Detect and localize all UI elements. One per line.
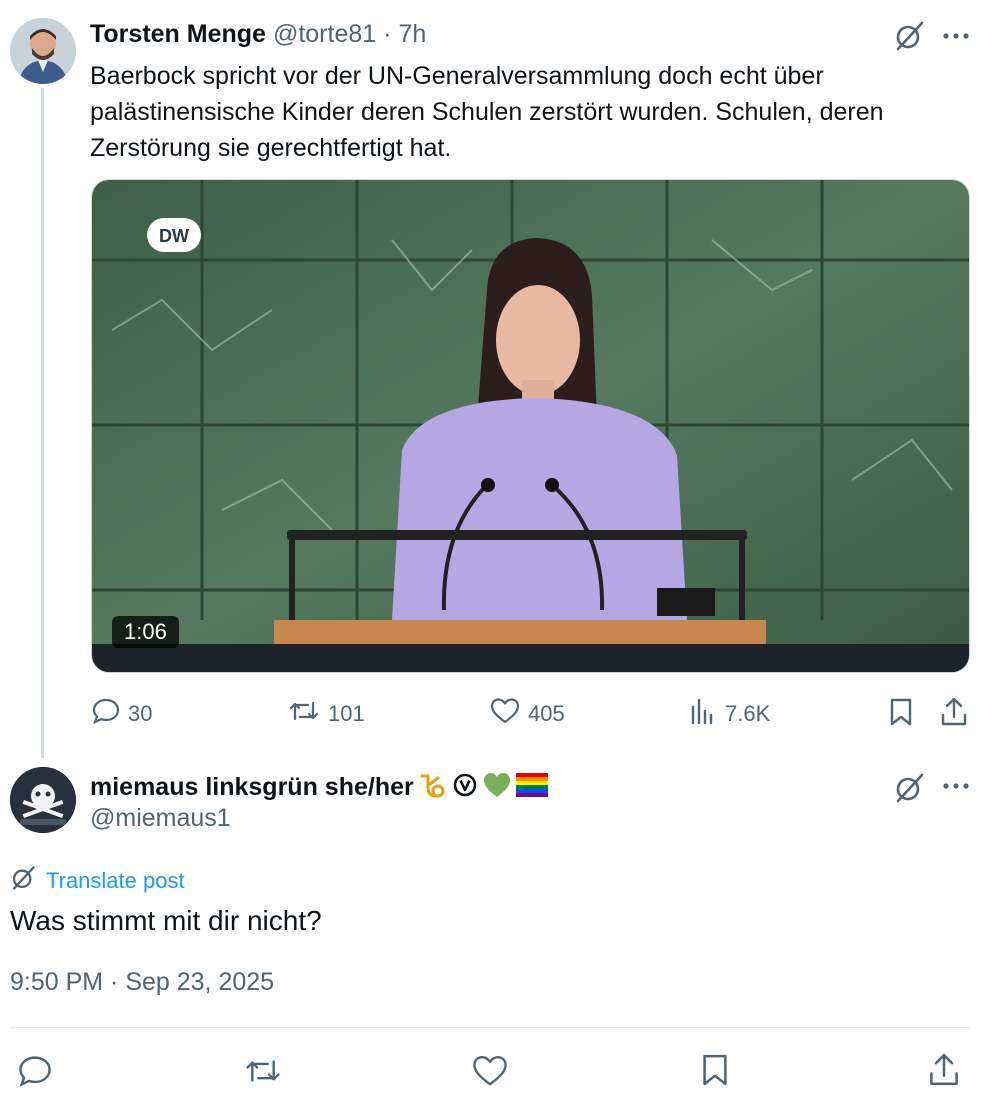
grok-icon[interactable] bbox=[893, 20, 925, 57]
like-button[interactable]: 405 bbox=[490, 697, 565, 731]
reply-icon[interactable] bbox=[18, 1054, 52, 1093]
horn-emoji bbox=[418, 770, 448, 805]
heart-icon bbox=[490, 697, 520, 731]
rainbow-flag-icon bbox=[515, 773, 548, 802]
share-icon[interactable] bbox=[940, 697, 968, 732]
timestamp[interactable]: 9:50 PM · Sep 23, 2025 bbox=[10, 968, 274, 997]
display-name[interactable]: miemaus linksgrün she/her bbox=[90, 773, 414, 802]
reply-icon bbox=[92, 697, 120, 731]
views-icon bbox=[689, 697, 717, 731]
repost-icon[interactable] bbox=[244, 1054, 282, 1093]
post-text: Baerbock spricht vor der UN-Generalversa… bbox=[90, 62, 884, 162]
video-duration: 1:06 bbox=[112, 616, 179, 648]
grok-icon bbox=[10, 865, 36, 897]
reply-text: Was stimmt mit dir nicht? bbox=[10, 905, 322, 936]
views-button[interactable]: 7.6K bbox=[689, 697, 770, 731]
reply-header: miemaus linksgrün she/her bbox=[90, 770, 548, 805]
video-player[interactable]: DW bbox=[91, 179, 970, 673]
heart-icon[interactable] bbox=[472, 1054, 508, 1093]
repost-icon bbox=[288, 697, 320, 731]
grok-icon[interactable] bbox=[893, 772, 925, 809]
handle[interactable]: @torte81 bbox=[273, 20, 376, 49]
more-icon[interactable] bbox=[940, 770, 972, 807]
more-icon[interactable] bbox=[940, 20, 972, 57]
like-count: 405 bbox=[528, 701, 565, 726]
share-icon[interactable] bbox=[928, 1052, 960, 1093]
translate-post-link[interactable]: Translate post bbox=[10, 865, 185, 897]
reply-button[interactable]: 30 bbox=[92, 697, 152, 731]
display-name[interactable]: Torsten Menge bbox=[90, 20, 266, 49]
translate-label[interactable]: Translate post bbox=[46, 868, 185, 894]
thread-line bbox=[41, 88, 44, 758]
views-count: 7.6K bbox=[725, 701, 771, 726]
repost-button[interactable]: 101 bbox=[288, 697, 365, 731]
post-header: Torsten Menge @torte81 · 7h bbox=[90, 20, 426, 49]
repost-count: 101 bbox=[328, 701, 365, 726]
reply-count: 30 bbox=[128, 701, 153, 726]
green-heart-icon bbox=[482, 771, 512, 804]
bookmark-icon[interactable] bbox=[700, 1052, 730, 1093]
handle[interactable]: @miemaus1 bbox=[90, 804, 231, 833]
dw-logo: DW bbox=[147, 218, 201, 252]
separator: · bbox=[383, 20, 392, 48]
avatar[interactable] bbox=[10, 18, 76, 84]
svg-text:DW: DW bbox=[159, 226, 189, 246]
divider bbox=[10, 1027, 970, 1028]
time-ago[interactable]: 7h bbox=[399, 20, 427, 49]
vegan-icon bbox=[452, 772, 478, 803]
avatar[interactable] bbox=[10, 767, 76, 833]
bookmark-icon[interactable] bbox=[888, 697, 914, 732]
